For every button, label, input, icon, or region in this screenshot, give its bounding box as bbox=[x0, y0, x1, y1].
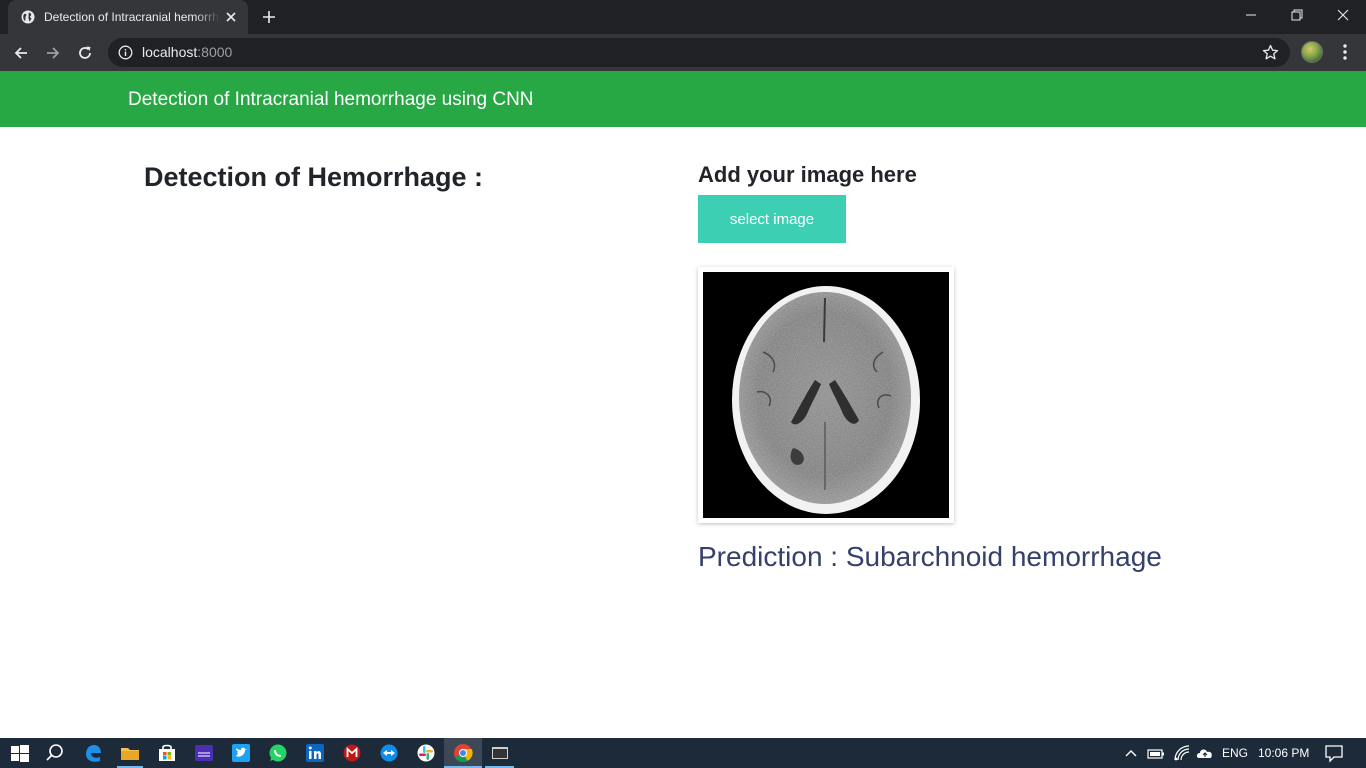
file-explorer-icon[interactable] bbox=[119, 742, 141, 764]
terminal-icon[interactable] bbox=[489, 742, 511, 764]
reload-icon bbox=[79, 46, 91, 59]
teamviewer-icon[interactable] bbox=[378, 742, 400, 764]
browser-toolbar: localhost:8000 bbox=[0, 34, 1366, 71]
close-icon bbox=[1337, 9, 1349, 21]
navbar-brand[interactable]: Detection of Intracranial hemorrhage usi… bbox=[128, 89, 534, 111]
site-navbar: Detection of Intracranial hemorrhage usi… bbox=[0, 71, 1366, 127]
image-preview-card bbox=[698, 267, 954, 523]
ct-scan-image bbox=[703, 272, 949, 518]
minimize-button[interactable] bbox=[1228, 0, 1274, 30]
upload-heading: Add your image here bbox=[698, 162, 917, 187]
restore-icon bbox=[1291, 9, 1303, 21]
slack-icon[interactable] bbox=[415, 742, 437, 764]
url-port: :8000 bbox=[197, 44, 233, 60]
info-icon[interactable] bbox=[118, 45, 133, 60]
kebab-menu-icon[interactable] bbox=[1335, 42, 1355, 62]
whatsapp-icon[interactable] bbox=[267, 742, 289, 764]
reload-button[interactable] bbox=[72, 40, 98, 66]
browser-tab[interactable]: Detection of Intracranial hemorrhage usi… bbox=[8, 0, 248, 34]
language-indicator[interactable]: ENG bbox=[1222, 746, 1248, 760]
detection-heading: Detection of Hemorrhage : bbox=[144, 162, 484, 192]
amazon-music-icon[interactable] bbox=[193, 742, 215, 764]
edge-icon[interactable] bbox=[82, 742, 104, 764]
action-center-icon[interactable] bbox=[1323, 742, 1345, 764]
url-host: localhost bbox=[142, 44, 198, 60]
chrome-icon[interactable] bbox=[452, 742, 474, 764]
browser-tab-strip: Detection of Intracranial hemorrhage usi… bbox=[0, 0, 1366, 34]
twitter-icon[interactable] bbox=[230, 742, 252, 764]
arrow-right-icon bbox=[47, 47, 60, 59]
close-window-button[interactable] bbox=[1320, 0, 1366, 30]
windows-taskbar: ENG 10:06 PM bbox=[0, 738, 1366, 768]
url-text: localhost:8000 bbox=[142, 44, 232, 61]
onedrive-cloud-icon[interactable] bbox=[1194, 742, 1216, 764]
store-icon[interactable] bbox=[156, 742, 178, 764]
profile-avatar[interactable] bbox=[1301, 41, 1323, 63]
restore-button[interactable] bbox=[1274, 0, 1320, 30]
forward-button[interactable] bbox=[40, 40, 66, 66]
prediction-result: Prediction : Subarchnoid hemorrhage bbox=[698, 541, 1162, 572]
tab-title: Detection of Intracranial hemorrhage usi… bbox=[44, 10, 220, 24]
back-button[interactable] bbox=[8, 40, 34, 66]
address-bar[interactable]: localhost:8000 bbox=[108, 38, 1290, 67]
bookmark-star-icon[interactable] bbox=[1262, 44, 1279, 61]
clock[interactable]: 10:06 PM bbox=[1258, 746, 1309, 760]
minimize-icon bbox=[1246, 14, 1256, 16]
search-icon[interactable] bbox=[44, 742, 66, 764]
new-tab-plus-icon[interactable] bbox=[258, 7, 280, 27]
arrow-left-icon bbox=[14, 47, 27, 59]
wifi-icon[interactable] bbox=[1171, 742, 1193, 764]
globe-favicon-icon bbox=[21, 10, 35, 24]
windows-start-icon[interactable] bbox=[9, 742, 31, 764]
close-tab-icon[interactable] bbox=[224, 10, 238, 24]
select-image-button[interactable]: select image bbox=[698, 195, 846, 243]
mcafee-icon[interactable] bbox=[341, 742, 363, 764]
chevron-up-icon[interactable] bbox=[1121, 742, 1141, 764]
battery-icon[interactable] bbox=[1145, 742, 1167, 764]
linkedin-icon[interactable] bbox=[304, 742, 326, 764]
